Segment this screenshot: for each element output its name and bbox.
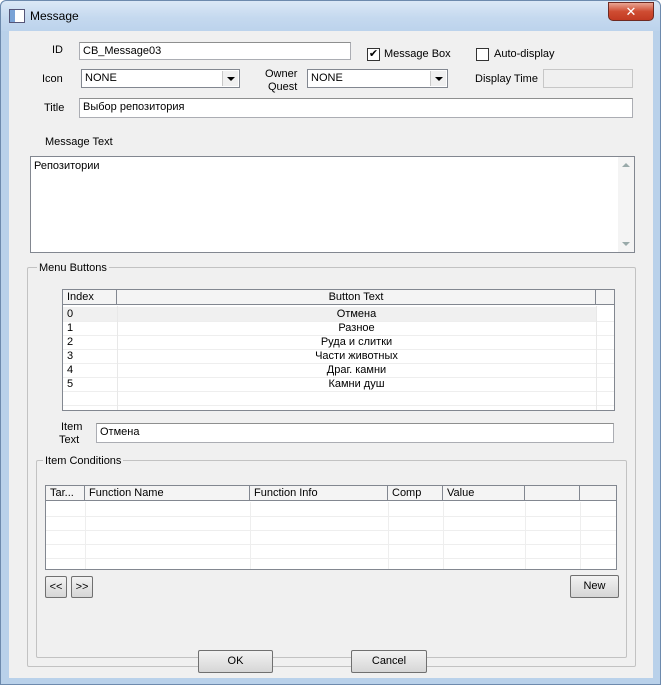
id-label: ID	[52, 44, 63, 56]
column-header-index[interactable]: Index	[63, 290, 117, 304]
row-separator	[63, 349, 614, 350]
row-button-text: Разное	[338, 322, 375, 334]
column-header-function-name[interactable]: Function Name	[85, 486, 250, 500]
grid-column-divider	[525, 502, 526, 569]
scroll-down-icon[interactable]	[622, 242, 630, 246]
row-index: 0	[67, 308, 74, 320]
icon-label: Icon	[42, 73, 63, 85]
item-conditions-grid[interactable]: Tar... Function Name Function Info Comp …	[45, 485, 617, 570]
owner-quest-select-value: NONE	[311, 72, 343, 84]
row-button-text: Отмена	[336, 308, 377, 320]
column-header-extra-1[interactable]	[525, 486, 580, 500]
title-label: Title	[44, 102, 65, 114]
menu-buttons-group-label: Menu Buttons	[37, 262, 109, 274]
grid-column-divider	[580, 502, 581, 569]
display-time-label: Display Time	[475, 73, 538, 85]
row-separator	[46, 544, 616, 545]
previous-button[interactable]: <<	[45, 576, 67, 598]
table-row[interactable]: 3 Части животных	[63, 349, 596, 363]
ok-button[interactable]: OK	[198, 650, 273, 673]
new-condition-button[interactable]: New	[570, 575, 619, 598]
row-separator	[63, 363, 614, 364]
window-icon	[9, 9, 25, 23]
row-button-text: Камни душ	[328, 378, 385, 390]
display-time-input[interactable]	[543, 69, 633, 88]
message-text-area[interactable]: Репозитории	[30, 156, 635, 253]
table-row[interactable]: 4 Драг. камни	[63, 363, 596, 377]
row-separator	[46, 530, 616, 531]
chevron-down-icon[interactable]	[430, 71, 446, 86]
title-bar[interactable]: Message ✕	[1, 1, 660, 31]
table-row[interactable]: 1 Разное	[63, 321, 596, 335]
grid-column-divider	[596, 306, 597, 410]
chevron-down-icon[interactable]	[222, 71, 238, 86]
owner-quest-label-line1: Owner	[265, 68, 298, 80]
row-button-text: Части животных	[315, 350, 398, 362]
row-index: 5	[67, 378, 74, 390]
column-header-extra-2[interactable]	[580, 486, 616, 500]
grid-column-divider	[85, 502, 86, 569]
row-separator	[46, 558, 616, 559]
message-box-label: Message Box	[384, 48, 451, 60]
row-button-text: Руда и слитки	[320, 336, 393, 348]
next-button[interactable]: >>	[71, 576, 93, 598]
menu-buttons-grid-header: Index Button Text	[63, 290, 614, 305]
row-index: 1	[67, 322, 74, 334]
grid-column-divider	[388, 502, 389, 569]
owner-quest-select[interactable]: NONE	[307, 69, 448, 88]
message-text-label: Message Text	[45, 136, 113, 148]
close-button[interactable]: ✕	[608, 2, 654, 21]
icon-select[interactable]: NONE	[81, 69, 240, 88]
column-header-comp[interactable]: Comp	[388, 486, 443, 500]
item-text-input[interactable]: Отмена	[96, 423, 614, 443]
message-window: Message ✕ ID CB_Message03 ✔ Message Box …	[0, 0, 661, 685]
table-row[interactable]: 0 Отмена	[63, 307, 596, 321]
row-index: 2	[67, 336, 74, 348]
row-separator	[63, 405, 614, 406]
grid-column-divider	[250, 502, 251, 569]
owner-quest-label-line2: Quest	[268, 81, 298, 93]
window-title: Message	[30, 9, 79, 23]
id-input[interactable]: CB_Message03	[79, 42, 351, 60]
icon-select-value: NONE	[85, 72, 117, 84]
row-index: 3	[67, 350, 74, 362]
cancel-button[interactable]: Cancel	[351, 650, 427, 673]
column-header-value[interactable]: Value	[443, 486, 525, 500]
row-separator	[63, 335, 614, 336]
row-separator	[46, 516, 616, 517]
dialog-body: ID CB_Message03 ✔ Message Box Auto-displ…	[9, 31, 653, 678]
item-conditions-group-label: Item Conditions	[43, 455, 124, 467]
message-box-checkbox[interactable]: ✔	[367, 48, 380, 61]
menu-buttons-grid[interactable]: Index Button Text 0 Отмена 1 Разное 2 Руда и …	[62, 289, 615, 411]
scroll-up-icon[interactable]	[622, 163, 630, 167]
column-header-target[interactable]: Tar...	[46, 486, 85, 500]
table-row[interactable]: 5 Камни душ	[63, 377, 596, 391]
grid-column-divider	[443, 502, 444, 569]
message-text-value: Репозитории	[34, 160, 100, 172]
grid-column-divider	[117, 306, 118, 410]
auto-display-label: Auto-display	[494, 48, 555, 60]
row-index: 4	[67, 364, 74, 376]
item-conditions-grid-header: Tar... Function Name Function Info Comp …	[46, 486, 616, 501]
title-input[interactable]: Выбор репозитория	[79, 98, 633, 118]
column-header-button-text[interactable]: Button Text	[117, 290, 596, 304]
checkmark-icon: ✔	[368, 48, 379, 60]
row-button-text: Драг. камни	[326, 364, 387, 376]
item-text-label-line1: Item	[61, 421, 83, 433]
auto-display-checkbox[interactable]	[476, 48, 489, 61]
row-separator	[63, 377, 614, 378]
item-text-label-line2: Text	[59, 434, 80, 446]
row-separator	[63, 321, 614, 322]
row-separator	[63, 391, 614, 392]
table-row[interactable]: 2 Руда и слитки	[63, 335, 596, 349]
message-text-scrollbar[interactable]	[618, 157, 634, 252]
column-header-function-info[interactable]: Function Info	[250, 486, 388, 500]
